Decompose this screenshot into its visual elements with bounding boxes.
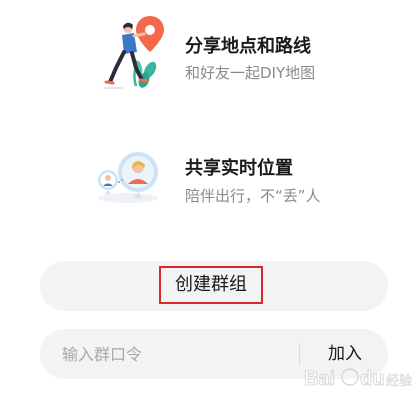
divider xyxy=(299,343,300,365)
feature-share-route: 分享地点和路线 和好友一起DIY地图 xyxy=(0,8,420,108)
join-group-row: 加入 xyxy=(40,329,388,379)
create-group-label[interactable]: 创建群组 xyxy=(159,266,263,304)
join-button[interactable]: 加入 xyxy=(302,329,388,379)
group-code-input[interactable] xyxy=(62,329,292,379)
feature-subtitle: 和好友一起DIY地图 xyxy=(185,64,316,82)
feature-title: 分享地点和路线 xyxy=(185,36,311,57)
feature-realtime-location: 共享实时位置 陪伴出行，不“丢”人 xyxy=(0,140,420,240)
feature-title: 共享实时位置 xyxy=(185,158,293,179)
realtime-location-icon xyxy=(98,152,158,203)
share-route-icon xyxy=(103,16,164,89)
feature-subtitle: 陪伴出行，不“丢”人 xyxy=(185,187,321,205)
svg-text:经验: 经验 xyxy=(386,373,412,389)
